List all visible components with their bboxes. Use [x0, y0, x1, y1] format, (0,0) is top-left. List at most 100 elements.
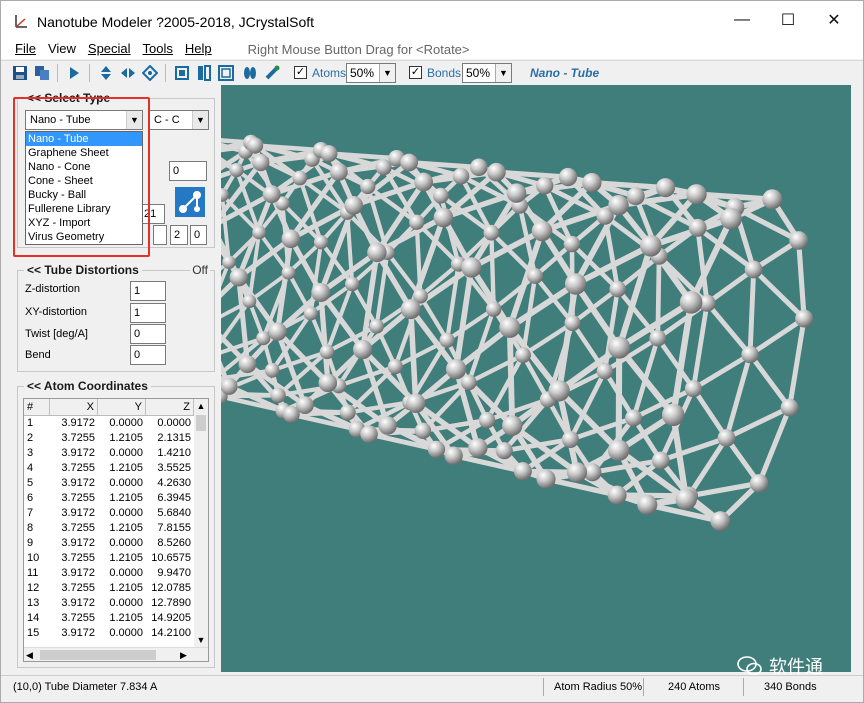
menu-special[interactable]: Special	[82, 39, 137, 59]
atom-layer	[221, 134, 814, 531]
column-header[interactable]: Y	[98, 399, 146, 415]
atom	[387, 359, 403, 375]
scroll-thumb[interactable]	[40, 650, 156, 660]
atom-radius-status: Atom Radius 50%	[543, 678, 643, 696]
scroll-right-icon[interactable]: ▶	[180, 648, 187, 661]
column-header[interactable]: X	[50, 399, 98, 415]
view-front-icon[interactable]	[173, 64, 191, 82]
bond-type-select[interactable]: C - C ▼	[149, 110, 209, 130]
distortions-state[interactable]: Off	[190, 263, 210, 277]
view-side-icon[interactable]	[195, 64, 213, 82]
copy-icon[interactable]	[33, 64, 51, 82]
table-row[interactable]: 14 3.7255 1.2105 14.9205	[24, 611, 208, 626]
bonds-checkbox[interactable]: ✓	[409, 66, 422, 79]
menu-view[interactable]: View	[42, 39, 82, 59]
atom	[313, 235, 329, 250]
tubes-icon[interactable]	[241, 64, 259, 82]
scroll-thumb[interactable]	[196, 415, 206, 431]
molecule-icon[interactable]	[175, 187, 205, 217]
bond	[615, 344, 623, 454]
table-cell: 3.7255	[61, 492, 95, 504]
table-row[interactable]: 12 3.7255 1.2105 12.0785	[24, 581, 208, 596]
menu-tools[interactable]: Tools	[137, 39, 179, 59]
minimize-button[interactable]: —	[719, 1, 765, 39]
chevron-down-icon: ▼	[495, 64, 511, 82]
table-row[interactable]: 7 3.9172 0.0000 5.6840	[24, 506, 208, 521]
save-icon[interactable]	[11, 64, 29, 82]
bond	[747, 267, 757, 358]
bond-count-status: 340 Bonds	[743, 678, 861, 696]
atom	[548, 380, 570, 402]
atoms-checkbox[interactable]: ✓	[294, 66, 307, 79]
scroll-left-icon[interactable]: ◀	[26, 648, 33, 661]
atoms-size-select[interactable]: 50% ▼	[346, 63, 396, 83]
table-cell: 0.0000	[109, 447, 143, 459]
table-row[interactable]: 9 3.9172 0.0000 8.5260	[24, 536, 208, 551]
table-row[interactable]: 4 3.7255 1.2105 3.5525	[24, 461, 208, 476]
move-vertical-icon[interactable]	[97, 64, 115, 82]
table-row[interactable]: 8 3.7255 1.2105 7.8155	[24, 521, 208, 536]
app-window: Nanotube Modeler ?2005-2018, JCrystalSof…	[0, 0, 864, 703]
close-button[interactable]: ✕	[811, 1, 857, 39]
table-cell: 7.8155	[157, 522, 191, 534]
table-cell: 3.9172	[61, 477, 95, 489]
coordinates-table[interactable]: # X Y Z 1 3.9172 0.0000 0.0000 2 3.7255 1.2105…	[23, 398, 209, 662]
3d-viewport[interactable]	[221, 85, 851, 672]
atom	[780, 398, 799, 417]
rotate-icon[interactable]	[141, 64, 159, 82]
table-row[interactable]: 10 3.7255 1.2105 10.6575	[24, 551, 208, 566]
viewport-scrollbar[interactable]	[851, 85, 863, 672]
atom	[651, 451, 670, 470]
table-cell: 1.2105	[109, 492, 143, 504]
table-row[interactable]: 2 3.7255 1.2105 2.1315	[24, 431, 208, 446]
offset-field[interactable]: 0	[190, 225, 207, 245]
repeat-count-field[interactable]: 2	[170, 225, 188, 245]
menu-help[interactable]: Help	[179, 39, 218, 59]
menu-file[interactable]: File	[9, 39, 42, 59]
scroll-down-icon[interactable]: ▼	[194, 633, 208, 647]
column-header[interactable]: #	[24, 399, 50, 415]
vertical-scrollbar[interactable]: ▲ ▼	[194, 399, 208, 647]
scroll-up-icon[interactable]: ▲	[194, 399, 208, 413]
table-row[interactable]: 15 3.9172 0.0000 14.2100	[24, 626, 208, 641]
horizontal-scrollbar[interactable]: ◀ ▶	[24, 647, 208, 661]
repeat-field[interactable]	[153, 225, 167, 245]
atom	[637, 494, 658, 515]
tube-info-status: (10,0) Tube Diameter 7.834 A	[13, 681, 158, 693]
z-distortion-input[interactable]: 1	[130, 281, 166, 301]
atom	[409, 214, 425, 230]
menu-tools-label: Tools	[142, 41, 173, 56]
bond-icon[interactable]	[263, 64, 281, 82]
bonds-size-select[interactable]: 50% ▼	[462, 63, 512, 83]
atom	[339, 404, 356, 421]
toolbar-separator	[57, 64, 58, 82]
index-field-m[interactable]: 0	[169, 161, 207, 181]
view-top-icon[interactable]	[217, 64, 235, 82]
twist-input[interactable]: 0	[130, 324, 166, 344]
atom	[527, 268, 544, 284]
play-icon[interactable]	[65, 64, 83, 82]
column-header[interactable]: Z	[146, 399, 194, 415]
atom	[499, 316, 521, 338]
table-row[interactable]: 1 3.9172 0.0000 0.0000	[24, 416, 208, 431]
maximize-button[interactable]: ☐	[765, 1, 811, 39]
table-row[interactable]: 5 3.9172 0.0000 4.2630	[24, 476, 208, 491]
atom	[720, 207, 742, 230]
atom	[242, 294, 257, 309]
move-horizontal-icon[interactable]	[119, 64, 137, 82]
nanotube-render	[221, 134, 814, 531]
xy-distortion-input[interactable]: 1	[130, 303, 166, 323]
bond	[796, 237, 807, 322]
table-row[interactable]: 11 3.9172 0.0000 9.9470	[24, 566, 208, 581]
atom	[432, 187, 449, 204]
table-row[interactable]: 13 3.9172 0.0000 12.7890	[24, 596, 208, 611]
highlight-callout	[13, 97, 150, 257]
atom	[400, 153, 418, 172]
atom	[536, 177, 554, 195]
table-row[interactable]: 6 3.7255 1.2105 6.3945	[24, 491, 208, 506]
atom-count-status: 240 Atoms	[643, 678, 743, 696]
bend-input[interactable]: 0	[130, 345, 166, 365]
bond	[274, 236, 294, 335]
atom	[246, 137, 264, 154]
table-row[interactable]: 3 3.9172 0.0000 1.4210	[24, 446, 208, 461]
